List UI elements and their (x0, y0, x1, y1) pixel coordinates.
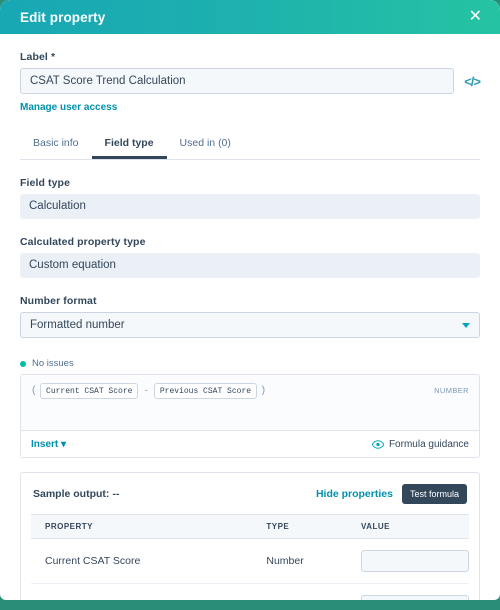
test-formula-button[interactable]: Test formula (401, 484, 467, 504)
field-type-group: Field type Calculation (20, 177, 480, 219)
status-badge: No issues (20, 358, 480, 369)
field-type-value: Calculation (20, 194, 480, 219)
row-property-name: Previous CSAT Score (31, 584, 252, 601)
formula-token-right[interactable]: Previous CSAT Score (153, 383, 258, 399)
field-type-label: Field type (20, 177, 71, 189)
label-field-label: Label * (20, 51, 56, 63)
formula-guidance-label: Formula guidance (388, 438, 469, 450)
row-value-input[interactable] (360, 550, 469, 572)
sample-output-label: Sample output: -- (33, 488, 120, 500)
code-brackets-icon[interactable]: </> (464, 74, 481, 89)
number-format-value: Formatted number (30, 319, 125, 331)
tab-bar: Basic info Field type Used in (0) (20, 131, 480, 160)
column-header-value: VALUE (346, 514, 469, 539)
number-format-group: Number format Formatted number (20, 295, 480, 338)
formula-return-type: NUMBER (434, 386, 469, 395)
formula-token-list: ( Current CSAT Score - Previous CSAT Sco… (31, 383, 266, 399)
close-icon[interactable]: ✕ (465, 7, 486, 27)
eye-icon (371, 439, 384, 449)
column-header-property: PROPERTY (31, 514, 253, 539)
manage-user-access-link[interactable]: Manage user access (20, 102, 117, 113)
formula-close-paren: ) (260, 385, 267, 397)
sample-properties-table: PROPERTY TYPE VALUE Current CSAT Score N… (31, 514, 469, 600)
number-format-label: Number format (20, 295, 97, 307)
calculated-property-type-value: Custom equation (20, 253, 480, 278)
formula-toolbar: Insert ▾ Formula guidance (21, 430, 479, 457)
hide-properties-button[interactable]: Hide properties (316, 488, 393, 500)
row-value-input[interactable] (360, 595, 469, 600)
chevron-down-icon (462, 322, 470, 328)
calculated-property-type-group: Calculated property type Custom equation (20, 236, 480, 278)
sample-output-header: Sample output: -- Hide properties Test f… (31, 483, 469, 514)
modal-header: Edit property ✕ (0, 0, 500, 34)
formula-canvas[interactable]: ( Current CSAT Score - Previous CSAT Sco… (21, 375, 479, 430)
sample-output-actions: Hide properties Test formula (316, 484, 467, 504)
status-text: No issues (32, 358, 74, 369)
table-body: Current CSAT Score Number Previous CSAT … (31, 538, 469, 601)
table-row: Current CSAT Score Number (31, 538, 469, 584)
sample-output-card: Sample output: -- Hide properties Test f… (20, 472, 480, 600)
status-dot-icon (20, 360, 26, 367)
label-field-group: Label * </> Manage user access (20, 51, 481, 115)
formula-editor: ( Current CSAT Score - Previous CSAT Sco… (20, 374, 480, 458)
tab-field-type[interactable]: Field type (91, 131, 167, 159)
row-value-cell (346, 538, 469, 584)
tab-basic-info[interactable]: Basic info (20, 131, 92, 159)
calculated-property-type-label: Calculated property type (20, 236, 146, 248)
insert-label: Insert (31, 438, 59, 450)
row-value-cell (347, 584, 469, 600)
table-header-row: PROPERTY TYPE VALUE (31, 514, 469, 539)
insert-menu-button[interactable]: Insert ▾ (31, 439, 66, 450)
formula-guidance-button[interactable]: Formula guidance (371, 438, 469, 450)
row-property-type: Number (252, 538, 347, 584)
tab-used-in[interactable]: Used in (0) (167, 131, 244, 159)
number-format-select[interactable]: Formatted number (20, 312, 480, 338)
formula-operator: - (143, 386, 149, 396)
row-property-name: Current CSAT Score (31, 538, 253, 584)
table-row: Previous CSAT Score Number (31, 584, 469, 601)
formula-token-left[interactable]: Current CSAT Score (40, 383, 139, 399)
label-field-row: </> (20, 68, 481, 94)
modal-body: Label * </> Manage user access Basic inf… (0, 34, 500, 600)
label-input[interactable] (20, 68, 455, 94)
formula-open-paren: ( (31, 385, 38, 397)
page-title: Edit property (20, 9, 106, 25)
row-property-type: Number (252, 584, 347, 601)
chevron-down-icon: ▾ (61, 438, 67, 450)
edit-property-modal: Edit property ✕ Label * </> Manage user … (0, 0, 500, 600)
column-header-type: TYPE (252, 514, 347, 539)
